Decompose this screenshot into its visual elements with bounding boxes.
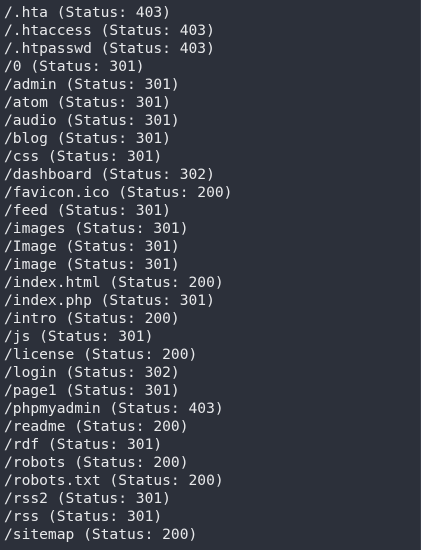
terminal-output-line: /image (Status: 301) [4, 256, 180, 273]
terminal-output-line: /Image (Status: 301) [4, 238, 180, 255]
terminal-output-line: /feed (Status: 301) [4, 202, 171, 219]
terminal-output-line: /blog (Status: 301) [4, 130, 171, 147]
terminal-window[interactable]: /.hta (Status: 403)/.htaccess (Status: 4… [0, 0, 421, 550]
terminal-output-line: /atom (Status: 301) [4, 94, 171, 111]
terminal-output-line: /robots (Status: 200) [4, 454, 189, 471]
terminal-output-line: /.htaccess (Status: 403) [4, 22, 215, 39]
terminal-output-line: /rss2 (Status: 301) [4, 490, 171, 507]
terminal-output-line: /images (Status: 301) [4, 220, 189, 237]
terminal-output-line: /audio (Status: 301) [4, 112, 180, 129]
terminal-output-line: /css (Status: 301) [4, 148, 163, 165]
terminal-output-line: /page1 (Status: 301) [4, 382, 180, 399]
terminal-output-line: /.hta (Status: 403) [4, 4, 171, 21]
terminal-output-line: /index.html (Status: 200) [4, 274, 224, 291]
terminal-output-line: /sitemap (Status: 200) [4, 526, 198, 543]
terminal-output-line: /dashboard (Status: 302) [4, 166, 215, 183]
terminal-output-line: /intro (Status: 200) [4, 310, 180, 327]
terminal-output-line: /rdf (Status: 301) [4, 436, 163, 453]
terminal-output-line: /rss (Status: 301) [4, 508, 163, 525]
terminal-output-line: /license (Status: 200) [4, 346, 198, 363]
terminal-output-line: /0 (Status: 301) [4, 58, 145, 75]
terminal-output-line: /readme (Status: 200) [4, 418, 189, 435]
terminal-output-line: /index.php (Status: 301) [4, 292, 215, 309]
terminal-output-line: /login (Status: 302) [4, 364, 180, 381]
terminal-output-line: /.htpasswd (Status: 403) [4, 40, 215, 57]
terminal-output: /.hta (Status: 403)/.htaccess (Status: 4… [4, 4, 232, 544]
terminal-output-line: /favicon.ico (Status: 200) [4, 184, 233, 201]
terminal-output-line: /js (Status: 301) [4, 328, 154, 345]
terminal-output-line: /robots.txt (Status: 200) [4, 472, 224, 489]
terminal-output-line: /admin (Status: 301) [4, 76, 180, 93]
terminal-output-line: /phpmyadmin (Status: 403) [4, 400, 224, 417]
